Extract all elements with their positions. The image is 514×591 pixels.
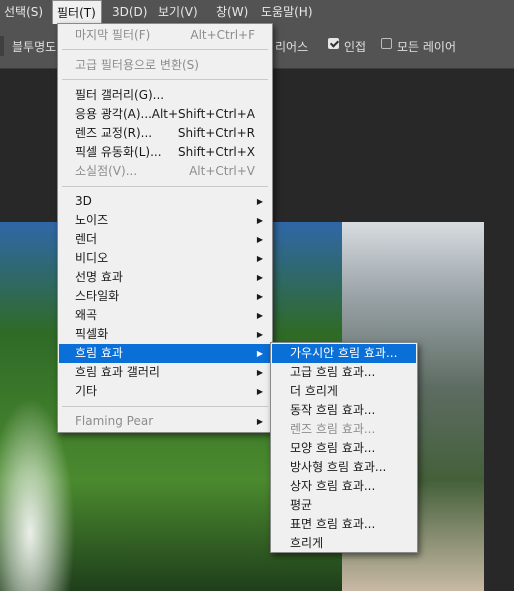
opacity-label: 블투명도 <box>12 40 57 54</box>
menu-item-noise[interactable]: 노이즈 ▶ <box>59 211 271 230</box>
submenu-arrow-icon: ▶ <box>256 387 263 396</box>
submenu-arrow-icon: ▶ <box>256 349 263 358</box>
submenu-arrow-icon: ▶ <box>256 330 263 339</box>
menu-item-blur-gallery[interactable]: 흐림 효과 갤러리 ▶ <box>59 363 271 382</box>
blur-submenu: 가우시안 흐림 효과... 고급 흐림 효과... 더 흐리게 동작 흐림 효과… <box>270 342 418 553</box>
submenu-item-box-blur[interactable]: 상자 흐림 효과... <box>272 477 416 496</box>
menu-item-adaptive-wide-angle[interactable]: 응용 광각(A)... Alt+Shift+Ctrl+A <box>59 105 271 124</box>
all-layers-label: 모든 레이어 <box>397 40 457 54</box>
adjacent-checkbox[interactable] <box>328 38 339 49</box>
submenu-item-average[interactable]: 평균 <box>272 496 416 515</box>
submenu-arrow-icon: ▶ <box>256 417 263 426</box>
submenu-arrow-icon: ▶ <box>256 311 263 320</box>
submenu-item-surface-blur[interactable]: 표면 흐림 효과... <box>272 515 416 534</box>
submenu-item-smart-blur[interactable]: 고급 흐림 효과... <box>272 363 416 382</box>
menu-divider <box>62 49 268 50</box>
menu-item-convert-smart[interactable]: 고급 필터용으로 변환(S) <box>59 56 271 75</box>
all-layers-checkbox[interactable] <box>381 38 392 49</box>
menu-item-pixelate[interactable]: 픽셀화 ▶ <box>59 325 271 344</box>
menu-item-lens-correction[interactable]: 렌즈 교정(R)... Shift+Ctrl+R <box>59 124 271 143</box>
menu-item-distort[interactable]: 왜곡 ▶ <box>59 306 271 325</box>
submenu-item-blur[interactable]: 흐리게 <box>272 534 416 553</box>
menu-bar: 선택(S) 필터(T) 3D(D) 보기(V) 창(W) 도움말(H) <box>0 0 514 24</box>
menu-item-liquify[interactable]: 픽셀 유동화(L)... Shift+Ctrl+X <box>59 143 271 162</box>
submenu-arrow-icon: ▶ <box>256 273 263 282</box>
filter-menu-dropdown: 마지막 필터(F) Alt+Ctrl+F 고급 필터용으로 변환(S) 필터 갤러… <box>57 23 273 433</box>
submenu-arrow-icon: ▶ <box>256 235 263 244</box>
menu-divider <box>62 186 268 187</box>
menu-item-stylize[interactable]: 스타일화 ▶ <box>59 287 271 306</box>
adjacent-label: 인접 <box>344 40 367 54</box>
antialias-label: 리어스 <box>275 40 309 54</box>
menu-filter[interactable]: 필터(T) <box>52 0 102 24</box>
menu-divider <box>62 79 268 80</box>
menu-item-video[interactable]: 비디오 ▶ <box>59 249 271 268</box>
submenu-item-blur-more[interactable]: 더 흐리게 <box>272 382 416 401</box>
submenu-item-motion-blur[interactable]: 동작 흐림 효과... <box>272 401 416 420</box>
submenu-item-radial-blur[interactable]: 방사형 흐림 효과... <box>272 458 416 477</box>
menu-item-last-filter[interactable]: 마지막 필터(F) Alt+Ctrl+F <box>59 26 271 45</box>
submenu-item-shape-blur[interactable]: 모양 흐림 효과... <box>272 439 416 458</box>
submenu-arrow-icon: ▶ <box>256 292 263 301</box>
menu-item-sharpen[interactable]: 선명 효과 ▶ <box>59 268 271 287</box>
menu-item-3d[interactable]: 3D ▶ <box>59 192 271 211</box>
submenu-item-gaussian-blur[interactable]: 가우시안 흐림 효과... <box>272 344 416 363</box>
menu-item-render[interactable]: 렌더 ▶ <box>59 230 271 249</box>
submenu-arrow-icon: ▶ <box>256 197 263 206</box>
submenu-arrow-icon: ▶ <box>256 254 263 263</box>
menu-item-vanishing-point[interactable]: 소실점(V)... Alt+Ctrl+V <box>59 162 271 181</box>
menu-3d[interactable]: 3D(D) <box>102 0 152 24</box>
menu-item-flaming-pear[interactable]: Flaming Pear ▶ <box>59 412 271 431</box>
menu-item-blur[interactable]: 흐림 효과 ▶ <box>59 344 271 363</box>
menu-window[interactable]: 창(W) <box>210 0 255 24</box>
menu-item-other[interactable]: 기타 ▶ <box>59 382 271 401</box>
submenu-arrow-icon: ▶ <box>256 368 263 377</box>
toolbar-grip <box>0 36 4 56</box>
menu-divider <box>62 406 268 407</box>
menu-item-filter-gallery[interactable]: 필터 갤러리(G)... <box>59 86 271 105</box>
menu-view[interactable]: 보기(V) <box>152 0 210 24</box>
menu-select[interactable]: 선택(S) <box>0 0 52 24</box>
menu-help[interactable]: 도움말(H) <box>255 0 325 24</box>
submenu-arrow-icon: ▶ <box>256 216 263 225</box>
submenu-item-lens-blur[interactable]: 렌즈 흐림 효과... <box>272 420 416 439</box>
